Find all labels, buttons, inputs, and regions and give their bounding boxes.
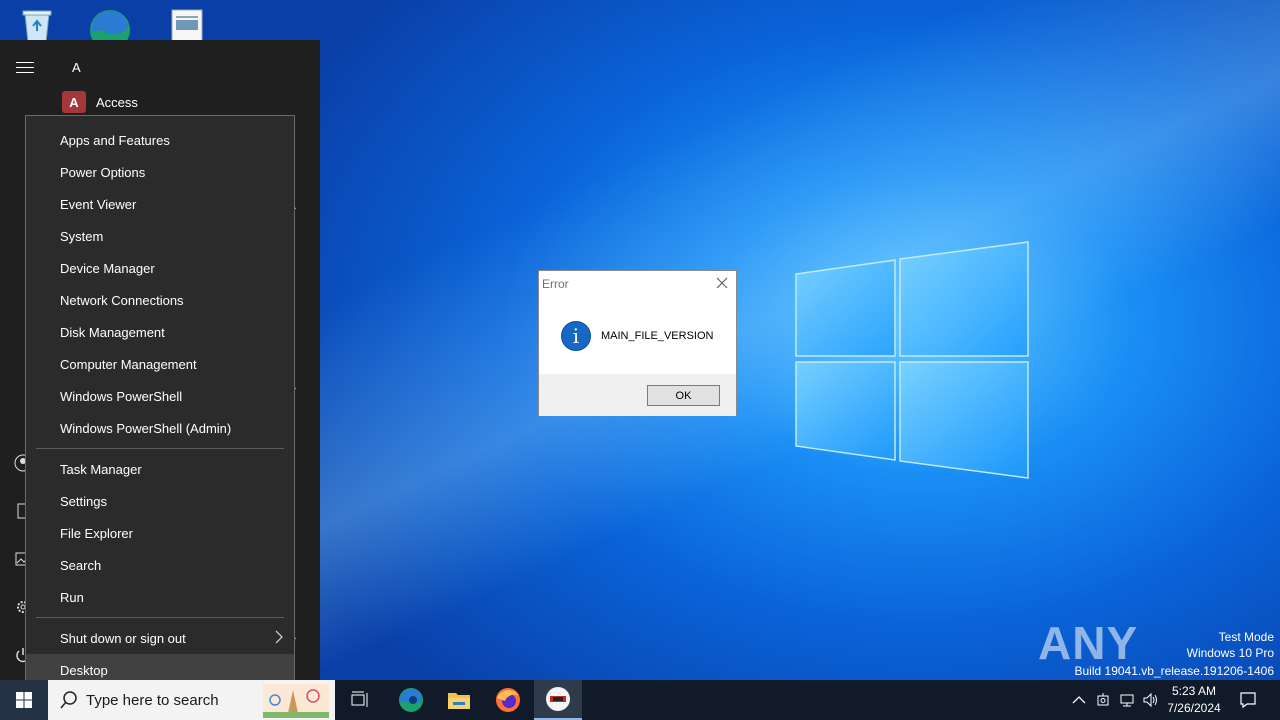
notification-center-icon[interactable]: [1239, 691, 1257, 709]
taskbar-app-anyrun[interactable]: [534, 680, 582, 720]
menu-item-device-manager[interactable]: Device Manager: [26, 252, 294, 284]
firefox-icon: [496, 688, 520, 712]
test-mode-label: Test Mode: [1218, 630, 1274, 644]
search-highlight-illustration-icon: [263, 684, 329, 718]
app-list-item-label: Access: [96, 94, 138, 110]
menu-item-windows-powershell[interactable]: Windows PowerShell: [26, 380, 294, 412]
windows-start-icon: [16, 692, 32, 708]
taskbar-app-firefox[interactable]: [484, 680, 532, 720]
search-placeholder: Type here to search: [86, 691, 219, 709]
build-label: Build 19041.vb_release.191206-1406: [1074, 664, 1275, 678]
app-list-letter-header[interactable]: A: [72, 60, 81, 75]
app-list-item-access[interactable]: A Access: [62, 90, 138, 114]
anyrun-app-icon: [546, 687, 570, 711]
menu-item-run[interactable]: Run: [26, 581, 294, 613]
network-icon[interactable]: [1119, 692, 1135, 708]
dialog-title: Error: [542, 277, 569, 291]
info-icon: i: [561, 321, 591, 351]
menu-item-computer-management[interactable]: Computer Management: [26, 348, 294, 380]
winx-context-menu: Apps and Features Power Options Event Vi…: [25, 115, 295, 693]
ok-button[interactable]: OK: [647, 385, 720, 406]
windows-logo-wallpaper: [795, 241, 1029, 479]
chevron-right-icon: [275, 630, 283, 644]
menu-separator: [36, 617, 284, 618]
menu-item-event-viewer[interactable]: Event Viewer: [26, 188, 294, 220]
menu-item-windows-powershell-admin[interactable]: Windows PowerShell (Admin): [26, 412, 294, 444]
task-view-button[interactable]: [336, 680, 384, 720]
taskbar: Type here to search 5:23 AM 7/26/2024: [0, 680, 1280, 720]
hamburger-menu-icon[interactable]: [16, 62, 34, 74]
clock-time: 5:23 AM: [1171, 684, 1217, 698]
menu-item-disk-management[interactable]: Disk Management: [26, 316, 294, 348]
menu-item-power-options[interactable]: Power Options: [26, 156, 294, 188]
dialog-message: MAIN_FILE_VERSION: [601, 330, 714, 342]
chevron-up-icon[interactable]: [1071, 692, 1087, 708]
windows-edition-label: Windows 10 Pro: [1186, 646, 1274, 660]
file-explorer-icon: [448, 693, 470, 709]
menu-item-file-explorer[interactable]: File Explorer: [26, 517, 294, 549]
taskbar-app-file-explorer[interactable]: [435, 680, 483, 720]
menu-item-label: Shut down or sign out: [60, 630, 186, 646]
edge-icon[interactable]: [88, 6, 132, 42]
task-view-icon: [351, 691, 368, 707]
search-icon: [60, 691, 77, 709]
taskbar-app-edge[interactable]: [387, 680, 435, 720]
menu-separator: [36, 448, 284, 449]
taskbar-search-box[interactable]: Type here to search: [48, 680, 335, 720]
taskbar-clock[interactable]: 5:23 AM 7/26/2024: [1160, 683, 1228, 717]
menu-item-shut-down-or-sign-out[interactable]: Shut down or sign out: [26, 622, 294, 654]
menu-item-apps-and-features[interactable]: Apps and Features: [26, 124, 294, 156]
meet-now-icon[interactable]: [1095, 692, 1111, 708]
dialog-footer: OK: [539, 374, 736, 416]
menu-item-task-manager[interactable]: Task Manager: [26, 453, 294, 485]
document-icon[interactable]: [166, 6, 210, 42]
access-icon: A: [62, 91, 86, 113]
menu-item-search[interactable]: Search: [26, 549, 294, 581]
menu-item-settings[interactable]: Settings: [26, 485, 294, 517]
volume-icon[interactable]: [1143, 692, 1159, 708]
error-dialog: Error i MAIN_FILE_VERSION OK: [538, 270, 737, 416]
close-icon[interactable]: [716, 277, 728, 289]
recycle-bin-icon[interactable]: [15, 6, 59, 42]
start-button[interactable]: [0, 680, 48, 720]
clock-date: 7/26/2024: [1167, 701, 1221, 715]
menu-item-system[interactable]: System: [26, 220, 294, 252]
edge-icon: [399, 688, 423, 712]
menu-item-network-connections[interactable]: Network Connections: [26, 284, 294, 316]
